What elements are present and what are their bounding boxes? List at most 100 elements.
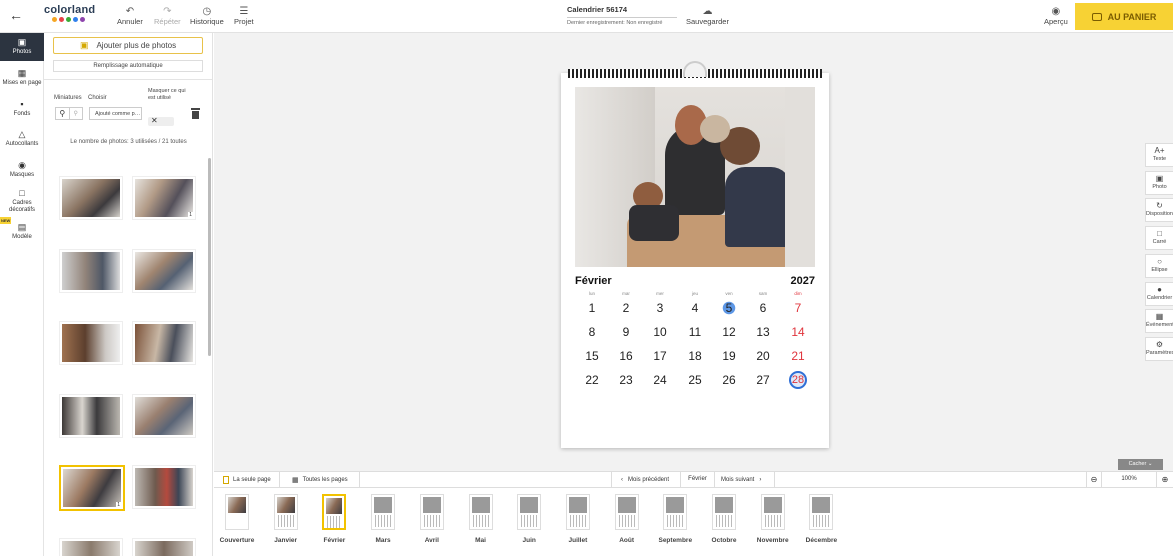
- tool-text[interactable]: A+ Texte: [1145, 143, 1173, 167]
- calendar-day[interactable]: 25: [682, 373, 708, 387]
- calendar-day[interactable]: 19: [716, 349, 742, 363]
- cloud-icon: ☁: [702, 6, 713, 17]
- photo-thumbnail[interactable]: [132, 394, 196, 438]
- single-page-button[interactable]: La seule page: [214, 472, 280, 487]
- month-page-thumbnail[interactable]: Novembre: [757, 494, 789, 544]
- tool-square[interactable]: □ Carré: [1145, 226, 1173, 250]
- hide-strip-button[interactable]: Cacher ⌄: [1118, 459, 1163, 470]
- calendar-day[interactable]: 8: [579, 325, 605, 339]
- prev-month-button[interactable]: ‹ Mois précédent: [611, 472, 681, 487]
- calendar-day[interactable]: 17: [647, 349, 673, 363]
- next-month-button[interactable]: Mois suivant ›: [715, 472, 775, 487]
- calendar-day[interactable]: 28: [789, 371, 807, 389]
- photo-thumbnail[interactable]: [132, 538, 196, 556]
- calendar-day[interactable]: 26: [716, 373, 742, 387]
- calendar-day[interactable]: 2: [613, 301, 639, 315]
- rail-label-template: Modèle: [12, 234, 32, 240]
- choose-select[interactable]: Ajouté comme p…: [89, 107, 142, 120]
- calendar-day[interactable]: 12: [716, 325, 742, 339]
- tool-arrange[interactable]: ↻ Disposition: [1145, 198, 1173, 222]
- rail-item-masks[interactable]: ◉ Masques: [0, 160, 44, 179]
- redo-button[interactable]: ↷ Répéter: [154, 6, 181, 26]
- tool-settings[interactable]: ⚙ Paramètres: [1145, 337, 1173, 361]
- preview-button[interactable]: ◉ Aperçu: [1044, 6, 1068, 26]
- month-page-thumbnail[interactable]: Décembre: [805, 494, 837, 544]
- photo-thumbnail[interactable]: [59, 176, 123, 220]
- save-button[interactable]: ☁ Sauvegarder: [686, 6, 729, 26]
- month-page-thumbnail[interactable]: Février: [318, 494, 350, 544]
- thumbnail-size-toggle[interactable]: ⚲ ⚲: [55, 107, 83, 120]
- zoom-in-button[interactable]: ⊕: [1156, 472, 1173, 487]
- month-page-thumbnail[interactable]: Janvier: [270, 494, 302, 544]
- undo-button[interactable]: ↶ Annuler: [117, 6, 143, 26]
- rail-item-stickers[interactable]: △ Autocollants: [0, 129, 44, 148]
- photo-thumbnail[interactable]: [132, 249, 196, 293]
- month-page-preview: [663, 494, 688, 530]
- calendar-day[interactable]: 18: [682, 349, 708, 363]
- month-page-thumbnail[interactable]: Couverture: [220, 494, 254, 544]
- tool-photo-add[interactable]: ▣ Photo: [1145, 171, 1173, 195]
- autofill-button[interactable]: Remplissage automatique: [53, 60, 203, 72]
- calendar-day[interactable]: 22: [579, 373, 605, 387]
- photo-thumbnail[interactable]: [59, 394, 123, 438]
- add-photos-button[interactable]: ▣ Ajouter plus de photos: [53, 37, 203, 54]
- zoom-out-icon[interactable]: ⚲: [70, 108, 83, 119]
- calendar-day[interactable]: 15: [579, 349, 605, 363]
- rail-item-frames[interactable]: □ Cadres décoratifs NEW: [0, 188, 44, 224]
- calendar-day[interactable]: 4: [682, 301, 708, 315]
- month-page-thumbnail[interactable]: Avril: [416, 494, 448, 544]
- calendar-page[interactable]: Février 2027 lun mar mer jeu ven sam dim 1 2 3 4 5 6…: [561, 61, 829, 448]
- history-button[interactable]: ◷ Historique: [190, 6, 224, 26]
- brand-logo[interactable]: colorland: [44, 4, 95, 22]
- photo-thumbnail[interactable]: [59, 538, 123, 556]
- month-page-thumbnail[interactable]: Septembre: [658, 494, 692, 544]
- project-button[interactable]: ☰ Projet: [234, 6, 254, 26]
- month-page-thumbnail[interactable]: Octobre: [708, 494, 740, 544]
- day-name: lun: [588, 291, 595, 296]
- rail-item-layouts[interactable]: ▦ Mises en page: [0, 68, 44, 87]
- calendar-day[interactable]: 5: [716, 301, 742, 315]
- rail-item-photos[interactable]: ▣ Photos: [0, 33, 44, 61]
- calendar-day[interactable]: 24: [647, 373, 673, 387]
- add-to-cart-button[interactable]: AU PANIER: [1075, 3, 1173, 30]
- tool-ellipse[interactable]: ○ Ellipse: [1145, 254, 1173, 278]
- zoom-in-icon[interactable]: ⚲: [56, 108, 70, 119]
- trash-icon[interactable]: [191, 108, 200, 119]
- month-page-thumbnail[interactable]: Juin: [513, 494, 545, 544]
- photo-thumbnail[interactable]: [59, 321, 123, 365]
- zoom-out-button[interactable]: ⊖: [1086, 472, 1102, 487]
- scrollbar[interactable]: [208, 158, 211, 356]
- month-page-thumbnail[interactable]: Mars: [367, 494, 399, 544]
- calendar-day[interactable]: 7: [785, 301, 811, 315]
- hide-used-toggle[interactable]: ✕: [148, 116, 174, 126]
- calendar-day[interactable]: 13: [750, 325, 776, 339]
- calendar-day[interactable]: 16: [613, 349, 639, 363]
- photo-thumbnail-selected[interactable]: 1: [59, 465, 125, 511]
- month-page-thumbnail[interactable]: Août: [611, 494, 643, 544]
- calendar-day[interactable]: 11: [682, 325, 708, 339]
- zoom-level[interactable]: 100%: [1102, 472, 1156, 487]
- photo-thumbnail[interactable]: [59, 249, 123, 293]
- tool-event[interactable]: ▦ Événement: [1145, 309, 1173, 333]
- calendar-day[interactable]: 1: [579, 301, 605, 315]
- calendar-day[interactable]: 10: [647, 325, 673, 339]
- photo-thumbnail[interactable]: 1: [132, 176, 196, 220]
- calendar-day[interactable]: 23: [613, 373, 639, 387]
- calendar-day[interactable]: 21: [785, 349, 811, 363]
- calendar-day[interactable]: 14: [785, 325, 811, 339]
- month-page-thumbnail[interactable]: Mai: [465, 494, 497, 544]
- photo-thumbnail[interactable]: [132, 465, 196, 509]
- photo-thumbnail[interactable]: [132, 321, 196, 365]
- rail-item-template[interactable]: ▤ Modèle: [0, 222, 44, 241]
- calendar-day[interactable]: 9: [613, 325, 639, 339]
- rail-item-backgrounds[interactable]: ▪ Fonds: [0, 99, 44, 118]
- calendar-day[interactable]: 20: [750, 349, 776, 363]
- all-pages-button[interactable]: ▦ Toutes les pages: [280, 472, 360, 487]
- calendar-day[interactable]: 3: [647, 301, 673, 315]
- month-page-thumbnail[interactable]: Juillet: [562, 494, 594, 544]
- calendar-day[interactable]: 27: [750, 373, 776, 387]
- document-title[interactable]: Calendrier 56174: [567, 5, 627, 14]
- calendar-day[interactable]: 6: [750, 301, 776, 315]
- back-arrow-icon[interactable]: ←: [9, 7, 23, 23]
- tool-calendar-color[interactable]: ● Calendrier: [1145, 282, 1173, 306]
